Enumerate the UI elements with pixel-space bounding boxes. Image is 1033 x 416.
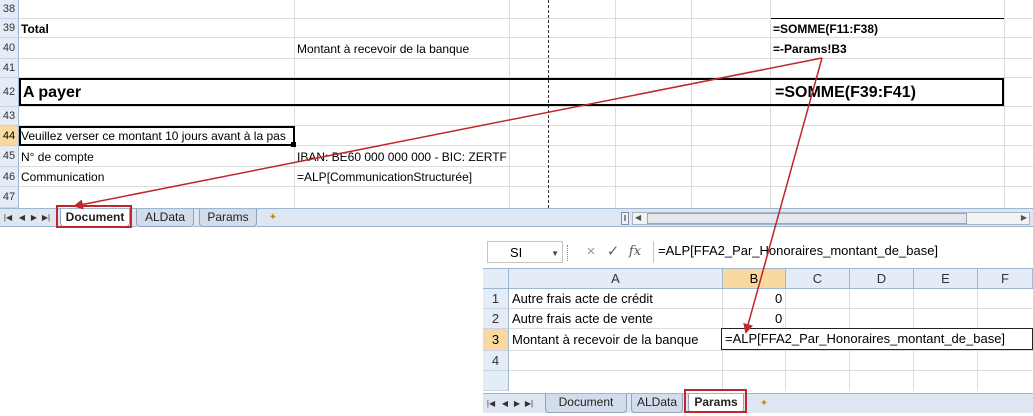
cancel-icon[interactable]: × <box>581 242 601 262</box>
last-sheet-icon[interactable]: ▶| <box>40 211 52 224</box>
gridline <box>19 58 1033 59</box>
cell-b1[interactable]: 0 <box>775 291 782 306</box>
cell-notice[interactable]: Veuillez verser ce montant 10 jours avan… <box>21 129 286 143</box>
row-header-45[interactable]: 45 <box>0 146 19 167</box>
gridline <box>19 37 1033 38</box>
tab-label: Params <box>207 210 249 224</box>
row-header-40[interactable]: 40 <box>0 38 19 59</box>
tab-params[interactable]: Params <box>199 209 257 227</box>
gridline <box>509 350 1033 351</box>
gridline <box>509 370 1033 371</box>
scroll-left-icon[interactable]: ◀ <box>635 213 641 222</box>
gridline <box>19 166 1033 167</box>
cell-border <box>771 18 1004 19</box>
column-header-e[interactable]: E <box>914 269 978 289</box>
tab-aldata[interactable]: ALData <box>631 394 683 413</box>
document-tab-highlight <box>56 205 132 228</box>
row-header-46[interactable]: 46 <box>0 167 19 187</box>
prev-sheet-icon[interactable]: ◀ <box>16 211 28 224</box>
tab-label: Document <box>558 395 614 409</box>
row-header-5[interactable] <box>483 371 509 391</box>
tab-label: ALData <box>144 210 186 224</box>
column-header-a[interactable]: A <box>509 269 723 289</box>
name-box[interactable]: SI ▼ <box>487 241 563 263</box>
row-header-43[interactable]: 43 <box>0 107 19 126</box>
tab-splitter-handle[interactable]: ‖ <box>621 212 629 225</box>
row-header-42[interactable]: 42 <box>0 78 19 107</box>
first-sheet-icon[interactable]: |◀ <box>485 397 497 410</box>
cell-a1[interactable]: Autre frais acte de crédit <box>512 291 653 306</box>
row-header-47[interactable]: 47 <box>0 187 19 208</box>
cell-communication-value[interactable]: =ALP[CommunicationStructurée] <box>297 170 472 184</box>
cell-pay-formula[interactable]: =SOMME(F39:F41) <box>775 84 916 102</box>
cell-bank-formula[interactable]: =-Params!B3 <box>773 42 847 56</box>
scroll-right-icon[interactable]: ▶ <box>1021 213 1027 222</box>
chevron-down-icon[interactable]: ▼ <box>551 249 559 258</box>
tab-aldata[interactable]: ALData <box>136 209 194 227</box>
cell-bank-label[interactable]: Montant à recevoir de la banque <box>297 42 469 56</box>
first-sheet-icon[interactable]: |◀ <box>2 211 14 224</box>
cell-total-formula[interactable]: =SOMME(F11:F38) <box>773 22 878 36</box>
cell-b2[interactable]: 0 <box>775 311 782 326</box>
column-header-d[interactable]: D <box>850 269 914 289</box>
params-sheet-window: SI ▼ × ✓ fx =ALP[FFA2_Par_Honoraires_mon… <box>483 238 1033 416</box>
cell-a3[interactable]: Montant à recevoir de la banque <box>512 332 698 347</box>
formula-input[interactable]: =ALP[FFA2_Par_Honoraires_montant_de_base… <box>653 241 1033 263</box>
cell-b3-editor[interactable]: =ALP[FFA2_Par_Honoraires_montant_de_base… <box>721 328 1033 350</box>
formula-bar: SI ▼ × ✓ fx =ALP[FFA2_Par_Honoraires_mon… <box>483 238 1033 268</box>
gridline <box>1004 0 1005 208</box>
params-tab-highlight <box>684 389 747 413</box>
cell-total-label[interactable]: Total <box>21 22 49 36</box>
separator <box>567 245 569 261</box>
cell-account-label[interactable]: N° de compte <box>21 150 94 164</box>
enter-icon[interactable]: ✓ <box>603 242 623 262</box>
column-header-b[interactable]: B <box>723 269 786 289</box>
cell-a2[interactable]: Autre frais acte de vente <box>512 311 653 326</box>
row-header-4[interactable]: 4 <box>483 351 509 371</box>
row-header-39[interactable]: 39 <box>0 19 19 38</box>
tab-label: ALData <box>636 395 678 409</box>
scroll-thumb[interactable] <box>647 213 967 224</box>
cell-communication-label[interactable]: Communication <box>21 170 104 184</box>
sheet-tab-bar: |◀ ◀ ▶ ▶| Document ALData Params ✦ ‖ ◀ ▶ <box>0 208 1033 227</box>
column-header-c[interactable]: C <box>786 269 850 289</box>
new-sheet-icon[interactable]: ✦ <box>756 397 772 410</box>
row-header-38[interactable]: 38 <box>0 0 19 19</box>
cell-account-value[interactable]: IBAN: BE60 000 000 000 - BIC: ZERTF <box>297 150 507 164</box>
function-icon[interactable]: fx <box>625 242 645 262</box>
new-sheet-icon[interactable]: ✦ <box>265 211 281 224</box>
row-header-1[interactable]: 1 <box>483 289 509 309</box>
row-header-2[interactable]: 2 <box>483 309 509 329</box>
tab-document[interactable]: Document <box>545 394 627 413</box>
select-all-corner[interactable] <box>483 269 509 289</box>
gridline <box>509 308 1033 309</box>
next-sheet-icon[interactable]: ▶ <box>511 397 523 410</box>
next-sheet-icon[interactable]: ▶ <box>28 211 40 224</box>
prev-sheet-icon[interactable]: ◀ <box>499 397 511 410</box>
column-header-f[interactable]: F <box>978 269 1033 289</box>
last-sheet-icon[interactable]: ▶| <box>523 397 535 410</box>
row-header-41[interactable]: 41 <box>0 59 19 78</box>
row-header-44[interactable]: 44 <box>0 126 19 146</box>
gridline <box>19 106 1033 107</box>
params-sheet-tab-bar: |◀ ◀ ▶ ▶| Document ALData Params ✦ <box>483 393 1033 413</box>
fill-handle[interactable] <box>291 142 296 147</box>
name-box-value: SI <box>510 245 523 260</box>
row-header-3[interactable]: 3 <box>483 329 509 351</box>
gridline <box>19 186 1033 187</box>
cell-pay-label[interactable]: A payer <box>23 84 81 102</box>
document-sheet-grid[interactable]: 38 39 40 41 42 43 44 45 46 47 Total =SOM… <box>0 0 1033 208</box>
horizontal-scrollbar[interactable]: ◀ ▶ <box>632 212 1030 225</box>
